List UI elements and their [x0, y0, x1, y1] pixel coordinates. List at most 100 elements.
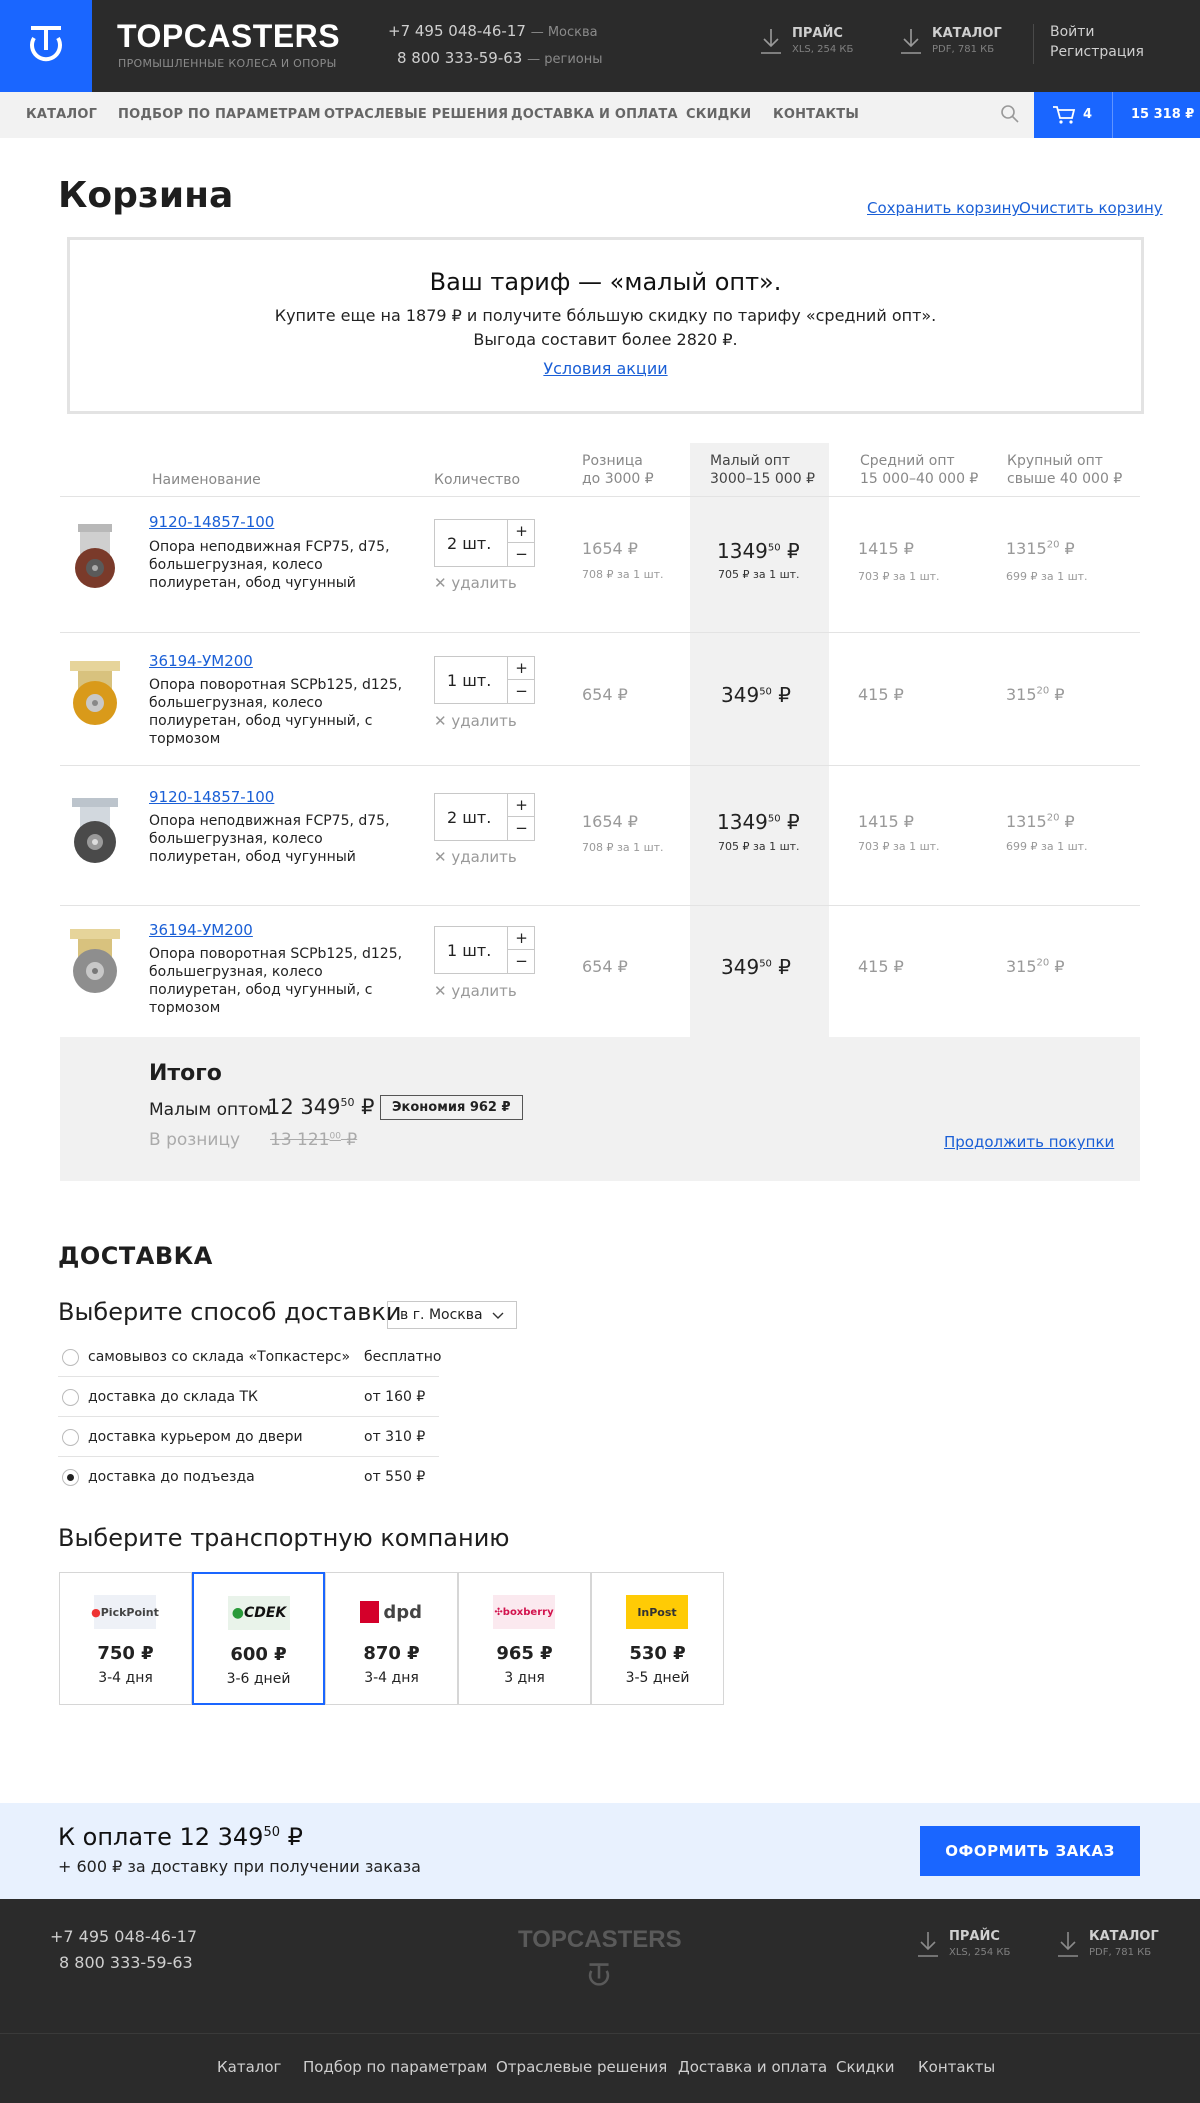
quantity-value[interactable]: 2 шт.	[447, 808, 491, 827]
download-icon	[761, 29, 781, 54]
footer-link-contacts[interactable]: Контакты	[918, 2058, 995, 2076]
footer: +7 495 048-46-17 8 800 333-59-63 TOPCAST…	[0, 1899, 1200, 2103]
cart-button[interactable]: 4 15 318 ₽	[1034, 92, 1200, 138]
minus-icon[interactable]: −	[507, 543, 535, 566]
city-select[interactable]: в г. Москва	[387, 1301, 517, 1329]
promo-terms-link[interactable]: Условия акции	[70, 359, 1141, 378]
unit-price-small: 705 ₽ за 1 шт.	[718, 568, 800, 581]
footer-link-catalog[interactable]: Каталог	[217, 2058, 281, 2076]
continue-shopping-link[interactable]: Продолжить покупки	[944, 1133, 1114, 1151]
price-retail: 654 ₽	[582, 957, 628, 976]
product-image[interactable]	[64, 522, 126, 594]
download-catalog[interactable]: КАТАЛОГ PDF, 781 КБ	[898, 26, 1002, 56]
footer-link-industry[interactable]: Отраслевые решения	[496, 2058, 667, 2076]
product-image[interactable]	[64, 796, 126, 868]
carrier-price: 530 ₽	[629, 1643, 686, 1664]
carrier-price: 600 ₽	[230, 1644, 287, 1665]
product-article-link[interactable]: 9120-14857-100	[149, 788, 274, 806]
tariff-benefit: Выгода составит более 2820 ₽.	[473, 330, 738, 349]
radio-button[interactable]	[62, 1429, 79, 1446]
page-title: Корзина	[58, 175, 234, 216]
radio-button-selected[interactable]	[62, 1469, 79, 1486]
quantity-value[interactable]: 1 шт.	[447, 671, 491, 690]
minus-icon[interactable]: −	[507, 817, 535, 840]
footer-brand[interactable]: TOPCASTERS	[518, 1926, 682, 1954]
delivery-method-title: Выберите способ доставки	[58, 1298, 402, 1326]
phone-number[interactable]: 8 800 333-59-63	[397, 49, 522, 67]
plus-icon[interactable]: +	[507, 794, 535, 817]
quantity-value[interactable]: 2 шт.	[447, 534, 491, 553]
place-order-button[interactable]: ОФОРМИТЬ ЗАКАЗ	[920, 1826, 1140, 1876]
plus-icon[interactable]: +	[507, 657, 535, 680]
quantity-stepper[interactable]: 1 шт. + −	[434, 926, 535, 974]
product-article-link[interactable]: 36194-УМ200	[149, 652, 253, 670]
brand-name[interactable]: TOPCASTERS	[117, 18, 340, 55]
search-icon[interactable]	[1000, 104, 1020, 124]
clear-cart-link[interactable]: Очистить корзину	[1019, 199, 1163, 217]
cdek-logo: ● CDEK	[228, 1596, 290, 1630]
radio-button[interactable]	[62, 1389, 79, 1406]
price-dec: 20	[1046, 539, 1060, 551]
quantity-value[interactable]: 1 шт.	[447, 941, 491, 960]
delete-item-button[interactable]: ✕ удалить	[434, 848, 517, 866]
cart-sum: 15 318 ₽	[1131, 107, 1195, 122]
footer-download-catalog[interactable]: КАТАЛОГ PDF, 781 КБ	[1055, 1929, 1159, 1959]
carrier-card-pickpoint[interactable]: ● PickPoint 750 ₽ 3-4 дня	[59, 1572, 192, 1705]
quantity-stepper[interactable]: 2 шт. + −	[434, 519, 535, 567]
phone-number[interactable]: +7 495 048-46-17	[388, 22, 526, 40]
plus-icon[interactable]: +	[507, 927, 535, 950]
nav-item-params[interactable]: ПОДБОР ПО ПАРАМЕТРАМ	[118, 107, 321, 122]
delete-item-button[interactable]: ✕ удалить	[434, 712, 517, 730]
quantity-stepper[interactable]: 2 шт. + −	[434, 793, 535, 841]
login-link[interactable]: Войти	[1050, 24, 1095, 40]
footer-link-discounts[interactable]: Скидки	[836, 2058, 894, 2076]
nav-item-catalog[interactable]: КАТАЛОГ	[26, 107, 97, 122]
footer-phone-1[interactable]: +7 495 048-46-17	[50, 1927, 197, 1946]
download-price[interactable]: ПРАЙС XLS, 254 КБ	[758, 26, 853, 56]
download-price-label: ПРАЙС	[792, 26, 843, 41]
price-small-wholesale: 34950 ₽	[721, 955, 792, 979]
footer-link-delivery[interactable]: Доставка и оплата	[678, 2058, 827, 2076]
delivery-option[interactable]: доставка до подъезда от 550 ₽	[58, 1457, 439, 1497]
nav-item-industry[interactable]: ОТРАСЛЕВЫЕ РЕШЕНИЯ	[324, 107, 508, 122]
delivery-option[interactable]: доставка курьером до двери от 310 ₽	[58, 1417, 439, 1457]
carrier-card-cdek[interactable]: ● CDEK 600 ₽ 3-6 дней	[192, 1572, 325, 1705]
footer-phone-2[interactable]: 8 800 333-59-63	[59, 1953, 193, 1972]
nav-item-delivery[interactable]: ДОСТАВКА И ОПЛАТА	[511, 107, 678, 122]
nav-item-discounts[interactable]: СКИДКИ	[686, 107, 751, 122]
delete-item-button[interactable]: ✕ удалить	[434, 982, 517, 1000]
plus-icon[interactable]: +	[507, 520, 535, 543]
save-cart-link[interactable]: Сохранить корзину	[867, 199, 1020, 217]
phone-moscow[interactable]: +7 495 048-46-17 — Москва	[388, 22, 598, 40]
nav-item-contacts[interactable]: КОНТАКТЫ	[773, 107, 859, 122]
pickpoint-logo: ● PickPoint	[91, 1595, 159, 1629]
minus-icon[interactable]: −	[507, 950, 535, 973]
delivery-option[interactable]: самовывоз со склада «Топкастерс» бесплат…	[58, 1337, 442, 1377]
minus-icon[interactable]: −	[507, 680, 535, 703]
footer-download-price[interactable]: ПРАЙС XLS, 254 КБ	[915, 1929, 1010, 1959]
carrier-card-dpd[interactable]: dpd 870 ₽ 3-4 дня	[325, 1572, 458, 1705]
footer-link-params[interactable]: Подбор по параметрам	[303, 2058, 487, 2076]
payment-currency: ₽	[280, 1823, 303, 1851]
product-image[interactable]	[64, 659, 126, 731]
product-article-link[interactable]: 36194-УМ200	[149, 921, 253, 939]
carrier-price: 870 ₽	[363, 1643, 420, 1664]
product-article-link[interactable]: 9120-14857-100	[149, 513, 274, 531]
register-link[interactable]: Регистрация	[1050, 44, 1144, 60]
download-catalog-label: КАТАЛОГ	[932, 26, 1002, 41]
carrier-card-inpost[interactable]: InPost 530 ₽ 3-5 дней	[591, 1572, 724, 1705]
delete-item-button[interactable]: ✕ удалить	[434, 574, 517, 592]
footer-price-size: XLS, 254 КБ	[949, 1947, 1011, 1958]
carrier-card-boxberry[interactable]: ✣ boxberry 965 ₽ 3 дня	[458, 1572, 591, 1705]
delivery-option[interactable]: доставка до склада ТК от 160 ₽	[58, 1377, 439, 1417]
tariff-banner: Ваш тариф — «малый опт». Купите еще на 1…	[67, 237, 1144, 414]
main-nav: КАТАЛОГ ПОДБОР ПО ПАРАМЕТРАМ ОТРАСЛЕВЫЕ …	[0, 92, 1200, 138]
radio-button[interactable]	[62, 1349, 79, 1366]
logo-icon[interactable]	[0, 0, 92, 92]
price-large-wholesale: 31520 ₽	[1006, 957, 1065, 976]
quantity-stepper[interactable]: 1 шт. + −	[434, 656, 535, 704]
close-icon: ✕	[434, 848, 452, 866]
product-image[interactable]	[64, 927, 126, 999]
cart-total: Итого Малым оптом 12 34950 ₽ Экономия 96…	[60, 1037, 1140, 1181]
phone-regions[interactable]: 8 800 333-59-63 — регионы	[397, 49, 603, 67]
